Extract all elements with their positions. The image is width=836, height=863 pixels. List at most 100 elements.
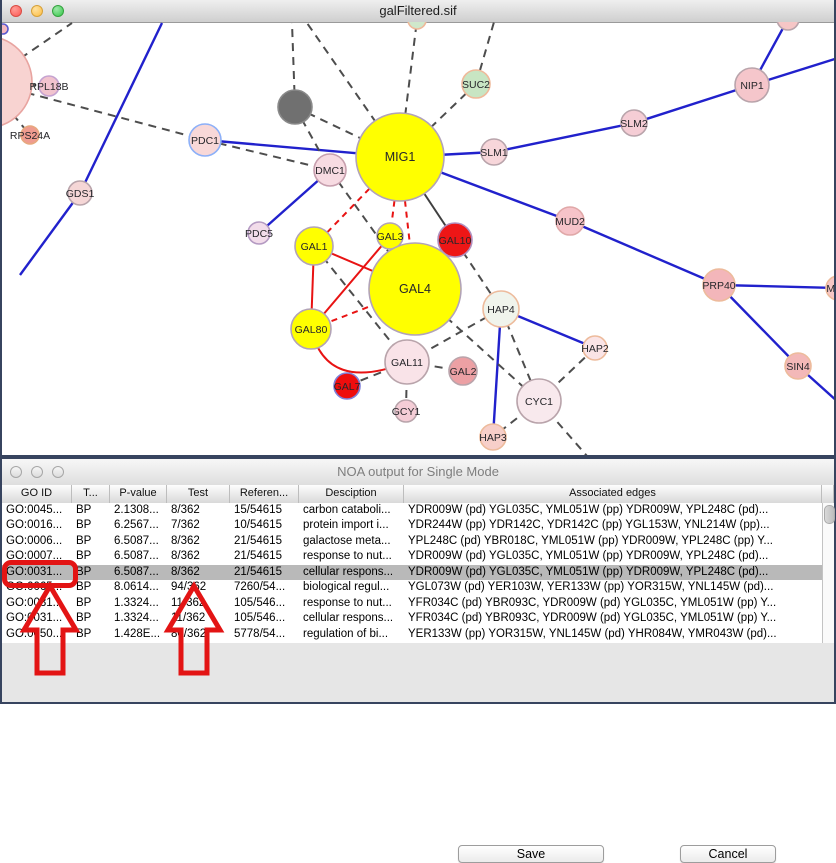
node-RPL18B[interactable]: RPL18B bbox=[29, 76, 68, 96]
node-SLM2[interactable]: SLM2 bbox=[620, 110, 648, 136]
column-header[interactable]: Test bbox=[167, 485, 230, 503]
node-MIG1[interactable]: MIG1 bbox=[356, 113, 444, 201]
node-HAP3[interactable]: HAP3 bbox=[479, 424, 507, 450]
table-cell: YER133W (pp) YOR315W, YNL145W (pd) YHR08… bbox=[404, 627, 822, 642]
node-GAL1[interactable]: GAL1 bbox=[295, 227, 333, 265]
table-cell: cellular respons... bbox=[299, 565, 404, 580]
node-circle[interactable] bbox=[777, 22, 799, 30]
noa-window-title: NOA output for Single Mode bbox=[2, 464, 834, 479]
node-SIN4[interactable]: SIN4 bbox=[785, 353, 811, 379]
node-SLM1[interactable]: SLM1 bbox=[480, 139, 508, 165]
table-row[interactable]: GO:0045...BP2.1308...8/36215/54615carbon… bbox=[2, 503, 822, 518]
edge-PRP40-MSN[interactable] bbox=[719, 285, 834, 288]
node-GAL2[interactable]: GAL2 bbox=[449, 357, 477, 385]
table-row[interactable]: GO:0006...BP6.5087...8/36221/54615galact… bbox=[2, 534, 822, 549]
table-cell: GO:0031... bbox=[2, 596, 72, 611]
table-cell: GO:0031... bbox=[2, 565, 72, 580]
table-row[interactable]: GO:0050...BP1.428E...80/3625778/54...reg… bbox=[2, 627, 822, 642]
node-label: MSN bbox=[826, 283, 834, 295]
node-label: SUC2 bbox=[462, 79, 490, 91]
column-header[interactable]: Desciption bbox=[299, 485, 404, 503]
table-row[interactable]: GO:0031...BP1.3324...11/362105/546...cel… bbox=[2, 611, 822, 626]
table-cell: 1.428E... bbox=[110, 627, 167, 642]
node-graynode[interactable] bbox=[278, 90, 312, 124]
table-row[interactable]: GO:0065...BP8.0614...94/3627260/54...bio… bbox=[2, 580, 822, 595]
node-label: GAL1 bbox=[301, 241, 328, 253]
edge-off-GDS1[interactable] bbox=[80, 23, 162, 193]
node-trpink[interactable] bbox=[777, 22, 799, 30]
save-button[interactable]: Save bbox=[458, 845, 604, 863]
node-label: RPS24A bbox=[10, 130, 50, 142]
edge-PRP40-SIN4[interactable] bbox=[719, 285, 798, 366]
node-label: HAP2 bbox=[581, 343, 609, 355]
edge-GDS1-off[interactable] bbox=[20, 193, 80, 275]
node-HAP4[interactable]: HAP4 bbox=[483, 291, 519, 327]
node-circle[interactable] bbox=[278, 90, 312, 124]
table-cell: GO:0007... bbox=[2, 549, 72, 564]
table-cell: GO:0050... bbox=[2, 627, 72, 642]
node-GAL11[interactable]: GAL11 bbox=[385, 340, 429, 384]
node-CYC1[interactable]: CYC1 bbox=[517, 379, 561, 423]
table-scrollbar[interactable] bbox=[822, 503, 834, 643]
node-tltiny[interactable] bbox=[2, 24, 8, 34]
node-topgreen[interactable] bbox=[408, 22, 426, 29]
table-row[interactable]: GO:0016...BP6.2567...7/36210/54615protei… bbox=[2, 518, 822, 533]
table-cell: 8/362 bbox=[167, 534, 230, 549]
edge-SLM1-SLM2[interactable] bbox=[494, 123, 634, 152]
node-MUD2[interactable]: MUD2 bbox=[555, 207, 585, 235]
column-header[interactable]: Associated edges bbox=[404, 485, 822, 503]
node-GCY1[interactable]: GCY1 bbox=[392, 400, 421, 422]
node-HAP2[interactable]: HAP2 bbox=[581, 336, 609, 360]
cancel-button[interactable]: Cancel bbox=[680, 845, 776, 863]
table-row[interactable]: GO:0031...BP1.3324...11/362105/546...res… bbox=[2, 596, 822, 611]
node-label: GAL7 bbox=[334, 381, 361, 393]
node-PDC1[interactable]: PDC1 bbox=[189, 124, 221, 156]
node-RPS24A[interactable]: RPS24A bbox=[10, 126, 50, 144]
table-row[interactable]: GO:0031...BP6.5087...8/36221/54615cellul… bbox=[2, 565, 822, 580]
table-cell: regulation of bi... bbox=[299, 627, 404, 642]
noa-titlebar: NOA output for Single Mode bbox=[2, 459, 834, 486]
table-cell: 10/54615 bbox=[230, 518, 299, 533]
node-GDS1[interactable]: GDS1 bbox=[66, 181, 95, 205]
network-graph[interactable]: RPL18B RPS24A GDS1 PDC1 DMC1 MIG1 SUC2 SLM1 SLM2… bbox=[2, 22, 834, 455]
node-circle[interactable] bbox=[2, 24, 8, 34]
table-cell: BP bbox=[72, 580, 110, 595]
table-cell: protein import i... bbox=[299, 518, 404, 533]
node-label: GAL2 bbox=[450, 366, 477, 378]
table-cell: BP bbox=[72, 596, 110, 611]
table-row[interactable]: GO:0007...BP6.5087...8/36221/54615respon… bbox=[2, 549, 822, 564]
scrollbar-thumb[interactable] bbox=[824, 505, 835, 524]
header-corner bbox=[822, 485, 834, 503]
table-cell: 6.5087... bbox=[110, 534, 167, 549]
node-GAL80[interactable]: GAL80 bbox=[291, 309, 331, 349]
column-header[interactable]: T... bbox=[72, 485, 110, 503]
column-header[interactable]: P-value bbox=[110, 485, 167, 503]
table-cell: BP bbox=[72, 565, 110, 580]
node-bigleft[interactable] bbox=[2, 36, 32, 128]
node-MSN[interactable]: MSN bbox=[826, 276, 834, 300]
edge-SLM2-NIP1[interactable] bbox=[634, 85, 752, 123]
node-GAL7[interactable]: GAL7 bbox=[334, 373, 361, 399]
table-cell: galactose meta... bbox=[299, 534, 404, 549]
node-DMC1[interactable]: DMC1 bbox=[314, 154, 346, 186]
column-header[interactable]: Referen... bbox=[230, 485, 299, 503]
node-circle[interactable] bbox=[408, 22, 426, 29]
node-GAL4[interactable]: GAL4 bbox=[369, 243, 461, 335]
table-cell: 105/546... bbox=[230, 596, 299, 611]
node-PRP40[interactable]: PRP40 bbox=[702, 269, 735, 301]
node-SUC2[interactable]: SUC2 bbox=[462, 70, 490, 98]
edge-HAP4-HAP3[interactable] bbox=[493, 309, 501, 437]
node-label: SIN4 bbox=[786, 361, 810, 373]
node-NIP1[interactable]: NIP1 bbox=[735, 68, 769, 102]
edge-MUD2-PRP40[interactable] bbox=[570, 221, 719, 285]
node-label: CYC1 bbox=[525, 396, 553, 408]
table-cell: YGL073W (pd) YER103W, YER133W (pp) YOR31… bbox=[404, 580, 822, 595]
node-circle[interactable] bbox=[2, 36, 32, 128]
noa-button-panel: Save Cancel bbox=[2, 643, 834, 702]
node-label: GCY1 bbox=[392, 406, 421, 418]
noa-table-header[interactable]: GO IDT...P-valueTestReferen...Desciption… bbox=[2, 485, 834, 504]
table-cell: YDR009W (pd) YGL035C, YML051W (pp) YDR00… bbox=[404, 503, 822, 518]
table-cell: BP bbox=[72, 549, 110, 564]
column-header[interactable]: GO ID bbox=[2, 485, 72, 503]
node-label: SLM1 bbox=[480, 147, 508, 159]
